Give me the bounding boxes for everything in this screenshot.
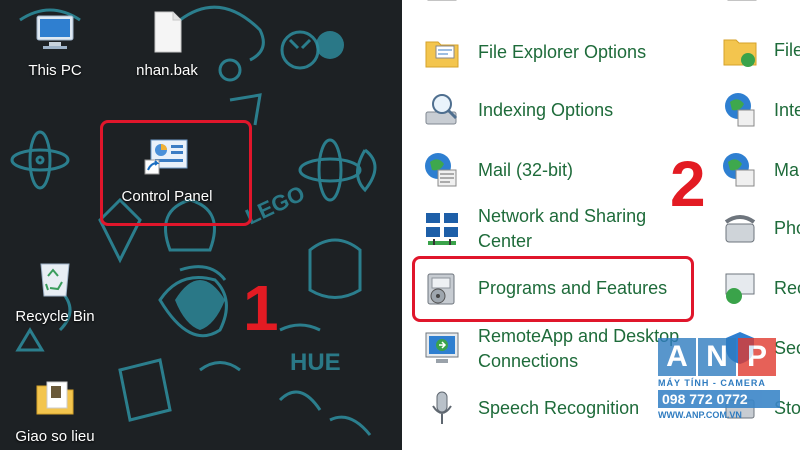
anp-letter-a: A [658, 338, 696, 376]
cp-item-network-sharing[interactable]: Network and Sharing Center [422, 204, 678, 254]
cp2-item-file-history[interactable]: File [720, 30, 800, 70]
recycle-bin-icon [40, 263, 70, 297]
folder-icon [36, 381, 74, 415]
desktop-icon-label: nhan.bak [136, 62, 198, 79]
cp-item-speech-recognition[interactable]: Speech Recognition [422, 388, 639, 428]
recovery-icon [725, 273, 755, 304]
cp2-label: Rec [774, 277, 800, 298]
computer-icon [36, 15, 74, 49]
desktop: LEGO HUE This PC nhan.bak Control Panel … [0, 0, 402, 450]
cp2-label: File [774, 39, 800, 60]
remoteapp-icon [425, 332, 459, 363]
control-panel-highlight [100, 120, 252, 226]
file-explorer-options-icon [425, 41, 459, 68]
step-number-2: 2 [670, 148, 706, 220]
cp2-item-mail[interactable]: Ma [720, 150, 799, 190]
anp-website: WWW.ANP.COM.VN [658, 410, 742, 420]
desktop-icon-recycle-bin[interactable]: Recycle Bin [0, 256, 110, 325]
cp2-label: Pho [774, 217, 800, 238]
cp2-item-phone-modem[interactable]: Pho [720, 208, 800, 248]
anp-watermark: A N P MÁY TÍNH - CAMERA 098 772 0772 WWW… [658, 338, 780, 420]
svg-text:HUE: HUE [290, 349, 341, 376]
file-icon [154, 11, 182, 53]
cp-item-label: Indexing Options [478, 99, 614, 120]
desktop-icon-giao-so-lieu[interactable]: Giao so lieu [0, 376, 110, 445]
cp-item-label: Speech Recognition [478, 397, 640, 418]
cp2-label: Inte [774, 99, 800, 120]
cp-item-label: File Explorer Options [478, 41, 647, 62]
speech-icon [432, 391, 452, 424]
partial-icon [727, 0, 757, 1]
cp2-item-recovery[interactable]: Rec [720, 268, 800, 308]
internet-options-icon [725, 93, 755, 127]
cp-item-mail[interactable]: Mail (32-bit) [422, 150, 573, 190]
indexing-options-icon [425, 94, 458, 125]
anp-subtitle: MÁY TÍNH - CAMERA [658, 378, 766, 388]
desktop-icon-label: This PC [28, 62, 82, 79]
cp2-label: Ma [774, 159, 800, 180]
partial-icon [427, 0, 457, 1]
desktop-icon-nhan-bak[interactable]: nhan.bak [112, 10, 222, 79]
desktop-icon-label: Giao so lieu [15, 428, 95, 445]
phone-icon [724, 215, 756, 243]
anp-letter-n: N [698, 338, 736, 376]
step-number-1: 1 [243, 272, 279, 344]
file-history-icon [723, 39, 757, 67]
cp-item-indexing-options[interactable]: Indexing Options [422, 90, 613, 130]
cp-item-label: Network and Sharing Center [478, 206, 647, 251]
mail-icon [723, 153, 755, 187]
desktop-icon-this-pc[interactable]: This PC [0, 10, 110, 79]
anp-letter-p: P [738, 338, 776, 376]
control-panel-window: File Explorer Options Indexing Options M… [402, 0, 800, 450]
anp-logo: A N P [658, 338, 780, 376]
cp-item-label: Mail (32-bit) [478, 159, 574, 180]
anp-phone: 098 772 0772 [658, 390, 780, 408]
cp2-item-internet-options[interactable]: Inte [720, 90, 800, 130]
mail-icon [425, 153, 457, 187]
cp-item-file-explorer-options[interactable]: File Explorer Options [422, 32, 646, 72]
network-icon [426, 213, 458, 245]
desktop-icon-label: Recycle Bin [15, 308, 95, 325]
programs-features-highlight [412, 256, 694, 322]
